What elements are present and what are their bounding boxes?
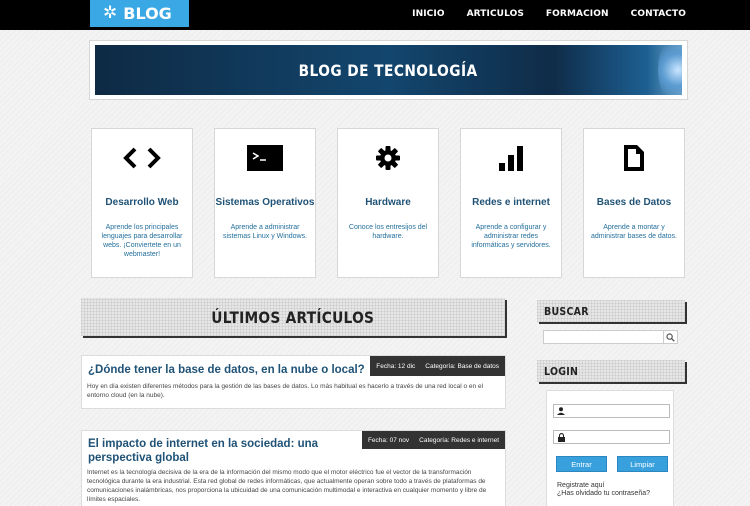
card-desarrollo-web[interactable]: Desarrollo Web Aprende los principales l… — [91, 128, 193, 278]
article-title[interactable]: El impacto de internet en la sociedad: u… — [88, 437, 358, 465]
card-title: Redes e internet — [472, 197, 550, 208]
section-title: ÚLTIMOS ARTÍCULOS — [211, 307, 375, 327]
card-desc: Aprende los principales lenguajes para d… — [101, 224, 183, 258]
card-title: Bases de Datos — [596, 197, 672, 208]
nav-formacion[interactable]: FORMACION — [546, 9, 609, 19]
search-icon — [666, 332, 675, 342]
banner-glow — [658, 45, 682, 95]
card-hardware[interactable]: Hardware Conoce los entresijos del hardw… — [337, 128, 439, 278]
document-icon — [584, 145, 684, 171]
card-title: Sistemas Operativos — [215, 197, 315, 208]
site-logo[interactable]: ✲ BLOG — [90, 0, 189, 27]
login-header: LOGIN — [537, 360, 685, 382]
article-excerpt: Hoy en día existen diferentes métodos pa… — [87, 383, 484, 399]
search-input[interactable] — [544, 331, 664, 343]
article-title[interactable]: ¿Dónde tener la base de datos, en la nub… — [88, 363, 365, 377]
user-icon — [554, 407, 568, 415]
username-field — [553, 404, 670, 418]
article-meta: Fecha: 07 nov Categoría: Redes e interne… — [361, 431, 505, 449]
clear-button[interactable]: Limpiar — [617, 456, 668, 472]
banner-image: BLOG DE TECNOLOGÍA — [95, 45, 682, 95]
article-category[interactable]: Categoría: Base de datos — [425, 363, 499, 370]
login-button[interactable]: Entrar — [556, 456, 607, 472]
article-card: El impacto de internet en la sociedad: u… — [81, 430, 506, 506]
terminal-icon — [215, 145, 315, 171]
top-navbar: ✲ BLOG INICIO ARTICULOS FORMACION CONTAC… — [0, 0, 750, 30]
search-title: BUSCAR — [544, 304, 589, 318]
card-title: Hardware — [365, 197, 411, 208]
nav-contacto[interactable]: CONTACTO — [631, 9, 686, 19]
card-desc: Aprende a administrar sistemas Linux y W… — [222, 224, 308, 240]
password-field — [553, 430, 670, 444]
logo-text: BLOG — [123, 4, 172, 23]
nav-inicio[interactable]: INICIO — [412, 9, 444, 19]
gear-icon — [338, 145, 438, 171]
nav-articulos[interactable]: ARTICULOS — [467, 9, 524, 19]
card-redes-internet[interactable]: Redes e internet Aprende a configurar y … — [460, 128, 562, 278]
search-header: BUSCAR — [537, 300, 685, 322]
card-desc: Conoce los entresijos del hardware. — [348, 224, 428, 240]
main-nav: INICIO ARTICULOS FORMACION CONTACTO — [412, 0, 686, 27]
article-meta: Fecha: 12 dic Categoría: Base de datos — [370, 356, 505, 376]
register-link[interactable]: Registrate aquí — [557, 482, 604, 489]
article-category[interactable]: Categoría: Redes e internet — [419, 437, 499, 444]
article-excerpt: Internet es la tecnología decisiva de la… — [87, 469, 487, 503]
login-panel: Entrar Limpiar Registrate aquí ¿Has olvi… — [546, 390, 674, 506]
card-desc: Aprende a montar y administrar bases de … — [591, 224, 677, 240]
search-box — [543, 330, 678, 344]
card-desc: Aprende a configurar y administrar redes… — [471, 224, 551, 249]
lock-icon — [554, 432, 568, 442]
card-title: Desarrollo Web — [105, 197, 179, 208]
card-sistemas-operativos[interactable]: Sistemas Operativos Aprende a administra… — [214, 128, 316, 278]
login-title: LOGIN — [544, 364, 579, 378]
article-date: Fecha: 12 dic — [376, 362, 416, 370]
signal-bars-icon — [461, 145, 561, 171]
article-date: Fecha: 07 nov — [367, 436, 410, 444]
banner-title: BLOG DE TECNOLOGÍA — [298, 60, 479, 80]
category-cards: Desarrollo Web Aprende los principales l… — [91, 128, 685, 278]
article-card: ¿Dónde tener la base de datos, en la nub… — [81, 355, 506, 409]
password-input[interactable] — [568, 431, 668, 443]
code-icon — [92, 145, 192, 171]
forgot-password-link[interactable]: ¿Has olvidado tu contraseña? — [557, 490, 650, 497]
card-bases-datos[interactable]: Bases de Datos Aprende a montar y admini… — [583, 128, 685, 278]
search-button[interactable] — [663, 331, 677, 343]
gear-icon: ✲ — [103, 3, 118, 23]
latest-articles-header: ÚLTIMOS ARTÍCULOS — [81, 298, 505, 336]
hero-banner: BLOG DE TECNOLOGÍA — [89, 40, 688, 100]
username-input[interactable] — [568, 405, 668, 417]
